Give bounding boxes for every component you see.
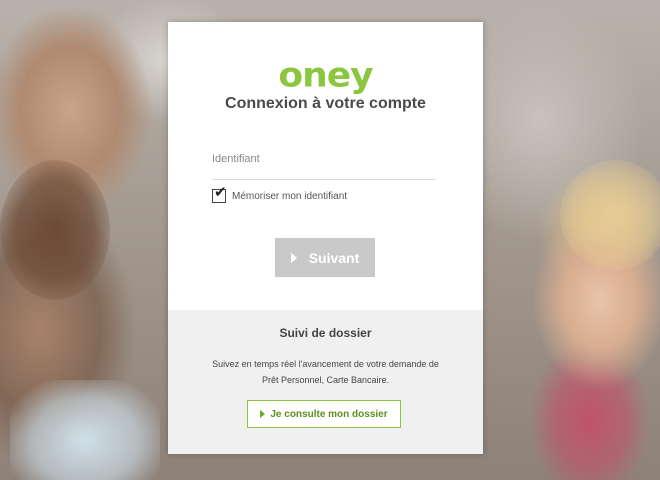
oney-logo: oney bbox=[278, 56, 373, 95]
next-button-label: Suivant bbox=[308, 249, 360, 266]
tracking-description: Suivez en temps réel l'avancement de vot… bbox=[168, 356, 483, 388]
tracking-section: Suivi de dossier Suivez en temps réel l'… bbox=[168, 310, 483, 454]
remember-identifier-checkbox-row[interactable]: ✔ Mémoriser mon identifiant bbox=[212, 185, 347, 204]
background-photo-detail bbox=[560, 160, 660, 270]
remember-identifier-label[interactable]: Mémoriser mon identifiant bbox=[232, 191, 347, 202]
consult-dossier-label: Je consulte mon dossier bbox=[270, 408, 388, 420]
play-icon bbox=[260, 410, 266, 418]
tracking-description-line: Prêt Personnel, Carte Bancaire. bbox=[261, 375, 390, 385]
background-photo-detail bbox=[0, 160, 110, 300]
next-button[interactable]: Suivant bbox=[275, 238, 375, 277]
identifier-input[interactable] bbox=[212, 139, 436, 180]
login-title: Connexion à votre compte bbox=[225, 95, 426, 112]
tracking-title: Suivi de dossier bbox=[279, 326, 372, 340]
login-card: oney Connexion à votre compte ✔ Mémorise… bbox=[168, 22, 483, 454]
consult-dossier-button[interactable]: Je consulte mon dossier bbox=[247, 400, 401, 428]
play-icon bbox=[290, 252, 297, 263]
checkmark-icon: ✔ bbox=[214, 183, 227, 201]
tracking-description-line: Suivez en temps réel l'avancement de vot… bbox=[212, 359, 439, 369]
remember-identifier-checkbox[interactable]: ✔ bbox=[212, 185, 227, 203]
background-photo-detail bbox=[10, 380, 160, 480]
